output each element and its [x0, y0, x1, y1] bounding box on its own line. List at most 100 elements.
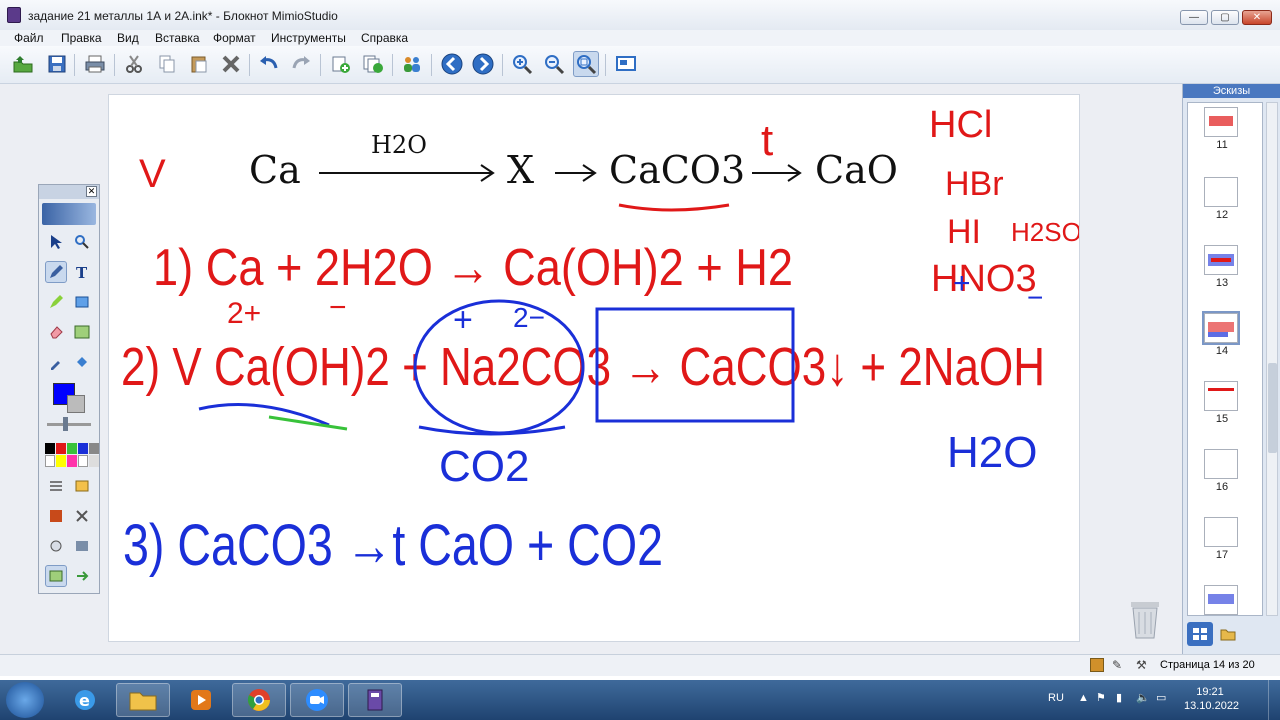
menu-file[interactable]: Файл	[14, 31, 44, 45]
fill-tool-icon[interactable]	[71, 351, 93, 373]
acid-h2so4: H2SO4	[1011, 217, 1079, 247]
pen-tool-icon[interactable]	[45, 261, 67, 283]
tools-status-icon[interactable]: ⚒	[1136, 658, 1147, 672]
minimize-button[interactable]: —	[1180, 10, 1208, 25]
ie-icon[interactable]: e	[58, 683, 112, 717]
highlighter-tool-icon[interactable]	[45, 291, 67, 313]
power-icon[interactable]: ▭	[1156, 691, 1166, 704]
open-icon[interactable]	[10, 51, 36, 77]
eraser-tool-icon[interactable]	[45, 321, 67, 343]
thickness-slider-handle[interactable]	[63, 417, 68, 431]
network-icon[interactable]: ▮	[1116, 691, 1122, 704]
acid-hi: HI	[947, 213, 981, 251]
menu-help[interactable]: Справка	[361, 31, 408, 45]
thumbnail-page-13[interactable]: 13	[1204, 245, 1240, 289]
trash-icon[interactable]	[1128, 598, 1162, 640]
thumbnails-list[interactable]: 11 12 13 14 15 16 17	[1187, 102, 1263, 616]
show-desktop-button[interactable]	[1268, 680, 1280, 720]
media-player-icon[interactable]	[174, 683, 228, 717]
chrome-icon[interactable]	[232, 683, 286, 717]
color-picker-icon[interactable]	[45, 351, 67, 373]
page-canvas[interactable]: Ca H2O X CaCO3 CaO V t 1) Ca + 2H2O → Ca…	[108, 94, 1096, 642]
thumbnail-page-11[interactable]: 11	[1204, 107, 1240, 151]
thumbnails-scrollbar[interactable]	[1266, 102, 1278, 616]
thumbnail-page-15[interactable]: 15	[1204, 381, 1240, 425]
screen-icon[interactable]	[613, 51, 639, 77]
redo-icon[interactable]	[288, 51, 314, 77]
select-tool-icon[interactable]	[45, 231, 67, 253]
gallery-icon[interactable]	[71, 475, 93, 497]
tools-icon[interactable]	[71, 505, 93, 527]
copy-icon[interactable]	[154, 51, 180, 77]
menu-insert[interactable]: Вставка	[155, 31, 200, 45]
thumbnail-page-17[interactable]: 17	[1204, 517, 1240, 561]
menu-format[interactable]: Формат	[213, 31, 256, 45]
menu-edit[interactable]: Правка	[61, 31, 102, 45]
thumbnail-page-12[interactable]: 12	[1204, 177, 1240, 221]
speaker-icon[interactable]: 🔈	[1136, 691, 1150, 704]
menu-tools[interactable]: Инструменты	[271, 31, 346, 45]
delete-icon[interactable]	[218, 51, 244, 77]
print-icon[interactable]	[82, 51, 108, 77]
start-button[interactable]	[6, 682, 44, 718]
reveal-icon[interactable]	[71, 535, 93, 557]
maximize-button[interactable]: ▢	[1211, 10, 1239, 25]
fill-color-swatch[interactable]	[67, 395, 85, 413]
new-page-icon[interactable]	[328, 51, 354, 77]
palette-header[interactable]: ✕	[39, 185, 99, 199]
thumbnail-view-icon[interactable]	[1187, 622, 1213, 646]
chain-caco3: CaCO3	[609, 148, 745, 192]
fit-to-page-icon[interactable]	[573, 51, 599, 77]
title-bar: задание 21 металлы 1А и 2А.ink* - Блокно…	[0, 0, 1280, 30]
pen-status-icon[interactable]: ✎	[1112, 658, 1122, 672]
thumbnail-page-18[interactable]	[1204, 585, 1240, 615]
chain-cao: CaO	[815, 148, 898, 192]
cut-icon[interactable]	[121, 51, 147, 77]
previous-page-icon[interactable]	[439, 51, 465, 77]
close-button[interactable]: ✕	[1242, 10, 1272, 25]
shape-tool-icon[interactable]	[71, 291, 93, 313]
app-icon[interactable]	[7, 7, 21, 23]
scrollbar-thumb[interactable]	[1268, 363, 1277, 453]
magnify-tool-icon[interactable]	[71, 231, 93, 253]
thumbnail-page-16[interactable]: 16	[1204, 449, 1240, 493]
taskbar: e RU ▲ ⚑ ▮ 🔈 ▭ 19:21 13.10.2022	[0, 680, 1280, 720]
record-status-icon[interactable]	[1090, 658, 1104, 672]
folder-view-icon[interactable]	[1215, 622, 1241, 646]
window-title: задание 21 металлы 1А и 2А.ink* - Блокно…	[28, 9, 338, 23]
record-icon[interactable]	[45, 505, 67, 527]
screen-annotate-icon[interactable]	[45, 565, 67, 587]
thickness-slider[interactable]	[47, 423, 91, 426]
save-icon[interactable]	[44, 51, 70, 77]
thumbnail-page-14[interactable]: 14	[1202, 311, 1240, 357]
spotlight-icon[interactable]	[45, 535, 67, 557]
exit-icon[interactable]	[71, 565, 93, 587]
next-page-icon[interactable]	[470, 51, 496, 77]
svg-text:T: T	[76, 264, 88, 280]
undo-icon[interactable]	[256, 51, 282, 77]
zoom-icon[interactable]	[290, 683, 344, 717]
clock-time: 19:21	[1196, 686, 1224, 698]
workspace: Ca H2O X CaCO3 CaO V t 1) Ca + 2H2O → Ca…	[0, 84, 1182, 654]
toolbar	[0, 46, 1280, 84]
menu-view[interactable]: Вид	[117, 31, 139, 45]
explorer-icon[interactable]	[116, 683, 170, 717]
flag-icon[interactable]: ⚑	[1096, 691, 1106, 704]
paste-icon[interactable]	[186, 51, 212, 77]
color-grid[interactable]	[45, 443, 99, 467]
duplicate-page-icon[interactable]	[360, 51, 386, 77]
mimio-notebook-icon[interactable]	[348, 683, 402, 717]
line-style-icon[interactable]	[45, 475, 67, 497]
palette-close-button[interactable]: ✕	[86, 186, 97, 197]
clock[interactable]: 19:21 13.10.2022	[1184, 686, 1239, 712]
zoom-in-icon[interactable]	[509, 51, 535, 77]
language-indicator[interactable]: RU	[1048, 692, 1064, 704]
text-tool-icon[interactable]: T	[71, 261, 93, 283]
heat-mark: t	[761, 116, 773, 165]
ink-layer[interactable]: Ca H2O X CaCO3 CaO V t 1) Ca + 2H2O → Ca…	[109, 95, 1096, 641]
users-icon[interactable]	[399, 51, 425, 77]
tray-up-icon[interactable]: ▲	[1078, 692, 1089, 704]
image-tool-icon[interactable]	[71, 321, 93, 343]
zoom-out-icon[interactable]	[541, 51, 567, 77]
charge-plus-naoh: +	[953, 267, 971, 300]
